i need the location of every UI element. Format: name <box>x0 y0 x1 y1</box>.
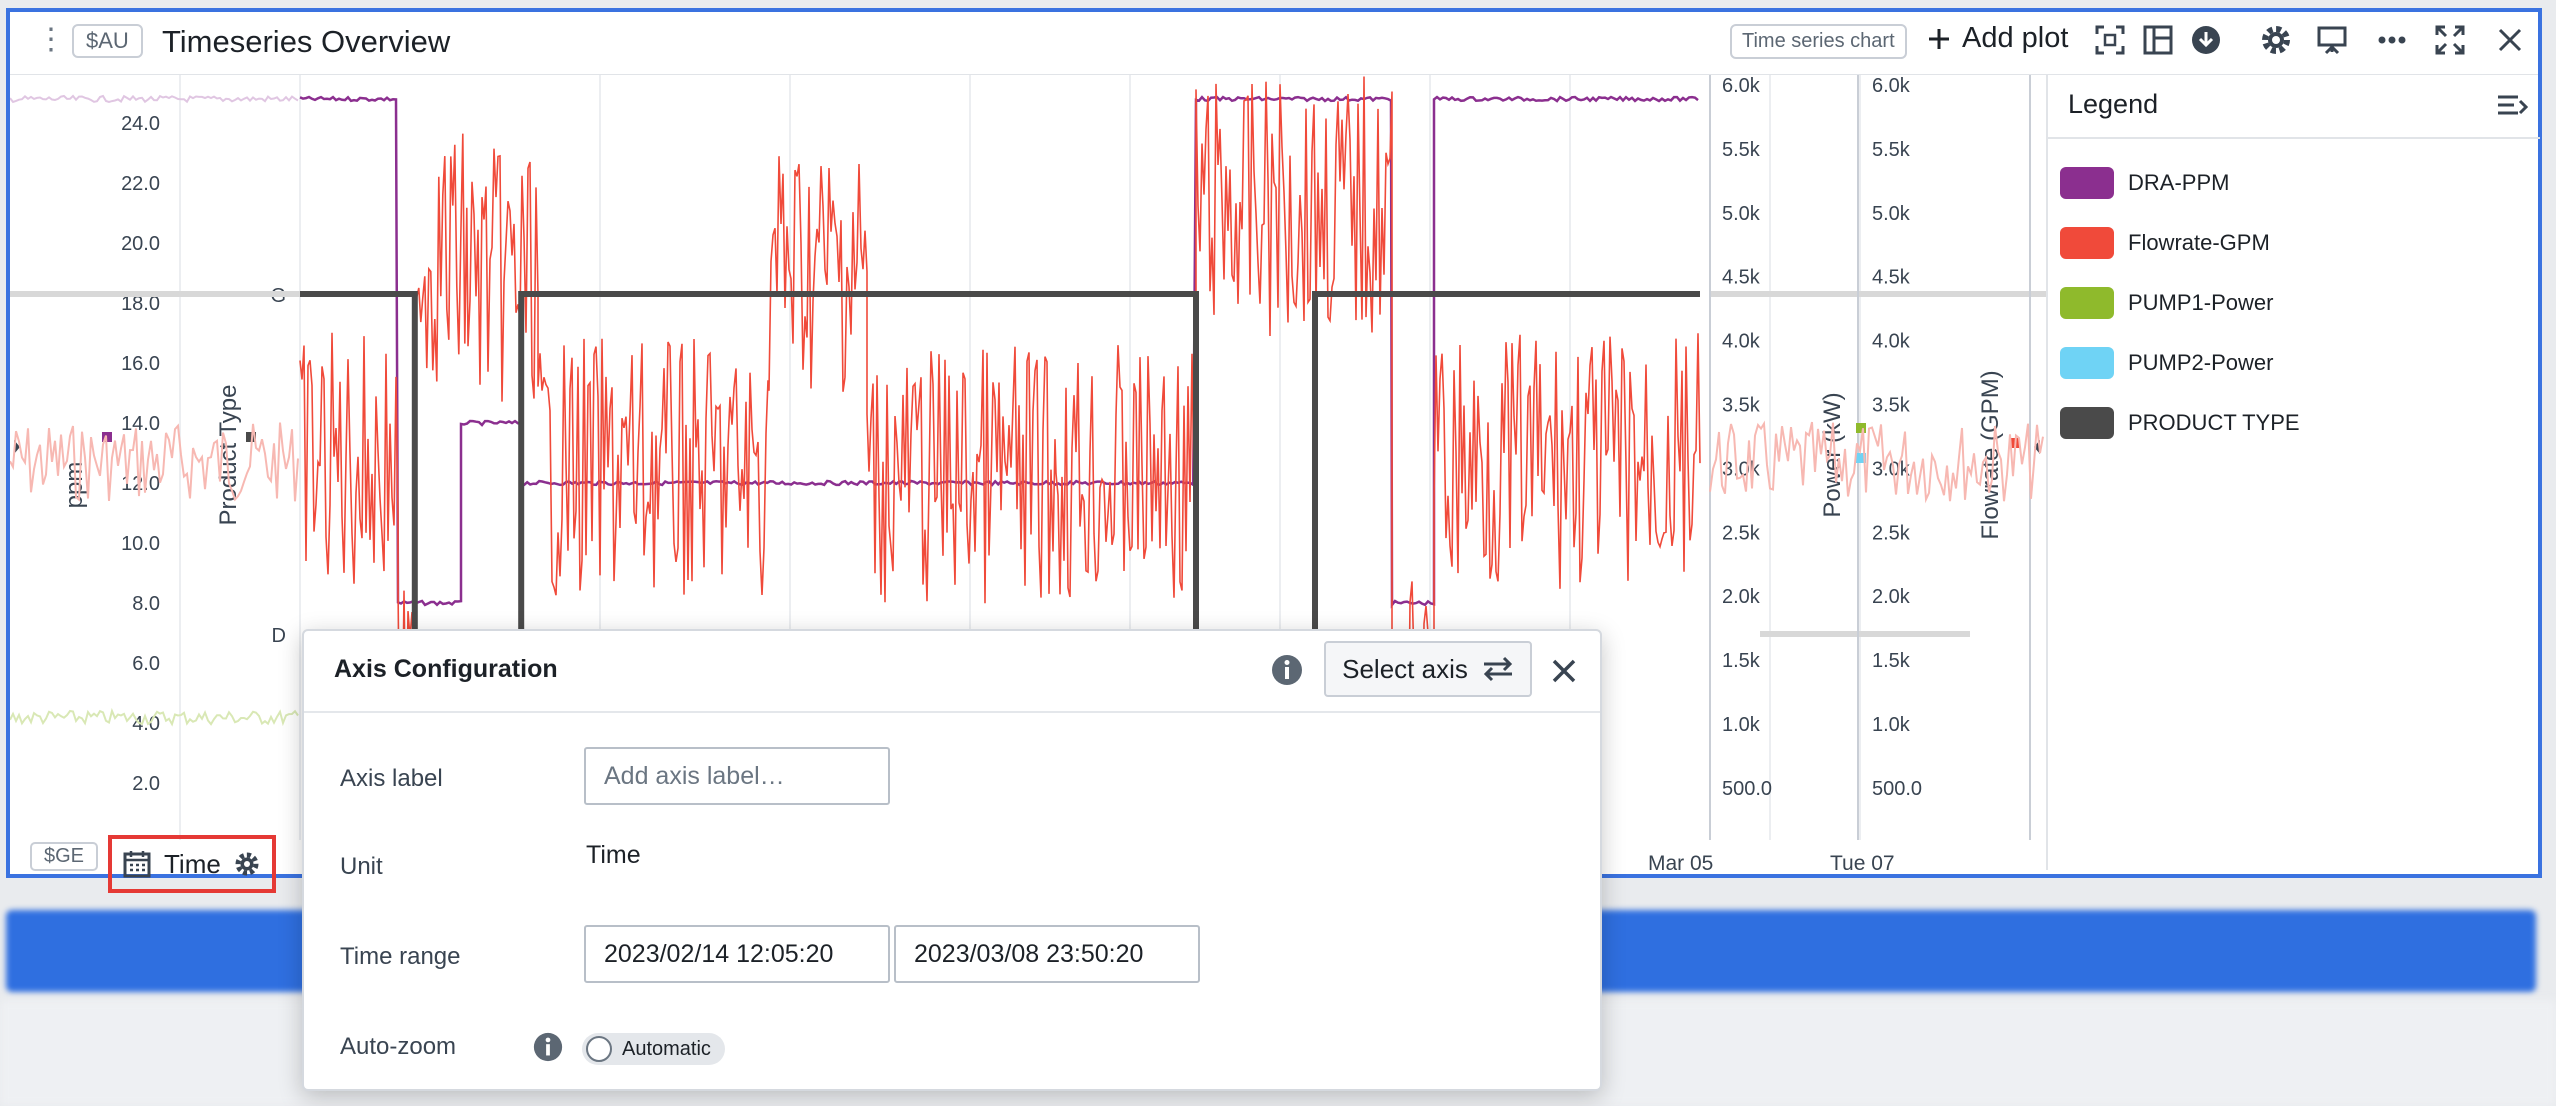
panel-header: ⋮⋮ $AU Timeseries Overview Time series c… <box>10 12 2538 75</box>
legend-item[interactable]: PUMP2-Power <box>2060 333 2300 393</box>
info-icon[interactable] <box>1270 653 1304 692</box>
chart-type-chip[interactable]: Time series chart <box>1730 24 1907 59</box>
gear-icon[interactable] <box>2258 22 2294 58</box>
legend-collapse-icon[interactable] <box>2496 93 2529 126</box>
y-tick-label: 10.0 <box>121 533 160 555</box>
y-tick-label: 500.0 <box>1872 778 1922 800</box>
y-tick-label: 3.5k <box>1872 395 1911 417</box>
select-axis-button[interactable]: Select axis <box>1324 641 1532 697</box>
legend-item[interactable]: Flowrate-GPM <box>2060 213 2300 273</box>
x-tick-label: Tue 07 <box>1830 852 1895 875</box>
plus-icon <box>1929 28 1949 49</box>
add-plot-button[interactable]: Add plot <box>1926 22 2068 55</box>
legend-item-label: PRODUCT TYPE <box>2128 410 2300 435</box>
time-range-label: Time range <box>340 943 461 970</box>
y-tick-label: 4.0k <box>1872 331 1911 353</box>
calendar-icon <box>123 851 151 878</box>
auto-zoom-toggle-label: Automatic <box>622 1038 711 1060</box>
toggle-knob <box>586 1036 612 1062</box>
select-region-icon[interactable] <box>2092 22 2128 58</box>
y-tick-label: 20.0 <box>121 233 160 255</box>
axis-tag-au[interactable]: $AU <box>72 24 143 58</box>
y-tick-label: D <box>272 625 286 647</box>
y-tick-label: 2.5k <box>1722 522 1761 544</box>
popover-title: Axis Configuration <box>334 655 558 683</box>
auto-zoom-info-icon[interactable] <box>532 1031 564 1068</box>
swap-icon <box>1483 656 1512 682</box>
page-title: Timeseries Overview <box>162 24 451 59</box>
x-tick-label: Mar 05 <box>1648 852 1714 875</box>
axis-tag-ge[interactable]: $GE <box>30 842 99 871</box>
unit-label: Unit <box>340 853 383 880</box>
y-tick-label: 6.0k <box>1722 75 1761 97</box>
y-tick-label: 6.0 <box>132 653 160 675</box>
y-tick-label: 1.5k <box>1872 650 1911 672</box>
time-range-start-input[interactable] <box>584 925 890 983</box>
close-popover-icon[interactable] <box>1550 657 1578 690</box>
layout-panel-icon[interactable] <box>2140 22 2176 58</box>
y-tick-label: 5.5k <box>1872 139 1911 161</box>
legend-swatch <box>2060 227 2114 259</box>
legend-swatch <box>2060 287 2114 319</box>
y-tick-label: 1.5k <box>1722 650 1761 672</box>
y-tick-label: 2.0k <box>1872 586 1911 608</box>
y-tick-label: 8.0 <box>132 593 160 615</box>
y-axis-label: Product Type <box>215 385 242 526</box>
close-icon[interactable] <box>2492 22 2528 58</box>
legend-list: DRA-PPM Flowrate-GPM PUMP1-Power PUMP2-Powe… <box>2060 153 2300 453</box>
y-tick-label: 2.0k <box>1722 586 1761 608</box>
presentation-icon[interactable] <box>2314 22 2350 58</box>
axis-label-input[interactable] <box>584 747 890 805</box>
auto-zoom-toggle[interactable]: Automatic <box>582 1033 725 1065</box>
legend-title: Legend <box>2068 89 2159 119</box>
legend-item[interactable]: DRA-PPM <box>2060 153 2300 213</box>
unit-value: Time <box>586 841 641 869</box>
y-axis-label: Power (kW) <box>1819 392 1846 517</box>
more-icon[interactable] <box>2374 22 2410 58</box>
legend-swatch <box>2060 407 2114 439</box>
y-tick-label: 1.0k <box>1722 714 1761 736</box>
legend-item-label: PUMP2-Power <box>2128 350 2274 375</box>
y-tick-label: 4.5k <box>1722 267 1761 289</box>
y-tick-label: 14.0 <box>121 413 160 435</box>
auto-zoom-label: Auto-zoom <box>340 1033 457 1060</box>
select-axis-label: Select axis <box>1342 653 1468 684</box>
y-tick-label: 4.5k <box>1872 267 1911 289</box>
legend-swatch <box>2060 347 2114 379</box>
y-tick-label: 5.0k <box>1722 203 1761 225</box>
axis-label-label: Axis label <box>340 765 443 792</box>
y-tick-label: 24.0 <box>121 113 160 135</box>
y-tick-label: 2.0 <box>132 773 160 795</box>
y-tick-label: 4.0k <box>1722 331 1761 353</box>
axis-configuration-popover: Axis Configuration Select axis Axis labe… <box>302 629 1602 1091</box>
add-plot-label: Add plot <box>1962 22 2069 54</box>
time-axis-label: Time <box>164 848 221 879</box>
y-tick-label: 6.0k <box>1872 75 1911 97</box>
popover-header: Axis Configuration Select axis <box>304 631 1600 713</box>
fullscreen-icon[interactable] <box>2432 22 2468 58</box>
y-tick-label: 5.5k <box>1722 139 1761 161</box>
legend-item-label: Flowrate-GPM <box>2128 230 2270 255</box>
legend-item-label: DRA-PPM <box>2128 170 2230 195</box>
time-axis-gear-icon[interactable] <box>233 850 261 878</box>
legend-swatch <box>2060 167 2114 199</box>
axis-marker <box>1856 423 1866 433</box>
y-tick-label: 22.0 <box>121 173 160 195</box>
legend-panel: Legend DRA-PPM Flowrate-GPM PUMP1-Power PUM… <box>2046 75 2540 870</box>
time-axis-button[interactable]: Time <box>108 835 276 893</box>
download-icon[interactable] <box>2188 22 2224 58</box>
y-tick-label: 5.0k <box>1872 203 1911 225</box>
y-tick-label: 500.0 <box>1722 778 1772 800</box>
series-dra-ppm <box>299 95 1699 609</box>
y-tick-label: 1.0k <box>1872 714 1911 736</box>
legend-item[interactable]: PUMP1-Power <box>2060 273 2300 333</box>
time-range-end-input[interactable] <box>894 925 1200 983</box>
legend-item-label: PUMP1-Power <box>2128 290 2274 315</box>
y-tick-label: 3.5k <box>1722 395 1761 417</box>
y-tick-label: 16.0 <box>121 353 160 375</box>
y-tick-label: 2.5k <box>1872 522 1911 544</box>
legend-item[interactable]: PRODUCT TYPE <box>2060 393 2300 453</box>
